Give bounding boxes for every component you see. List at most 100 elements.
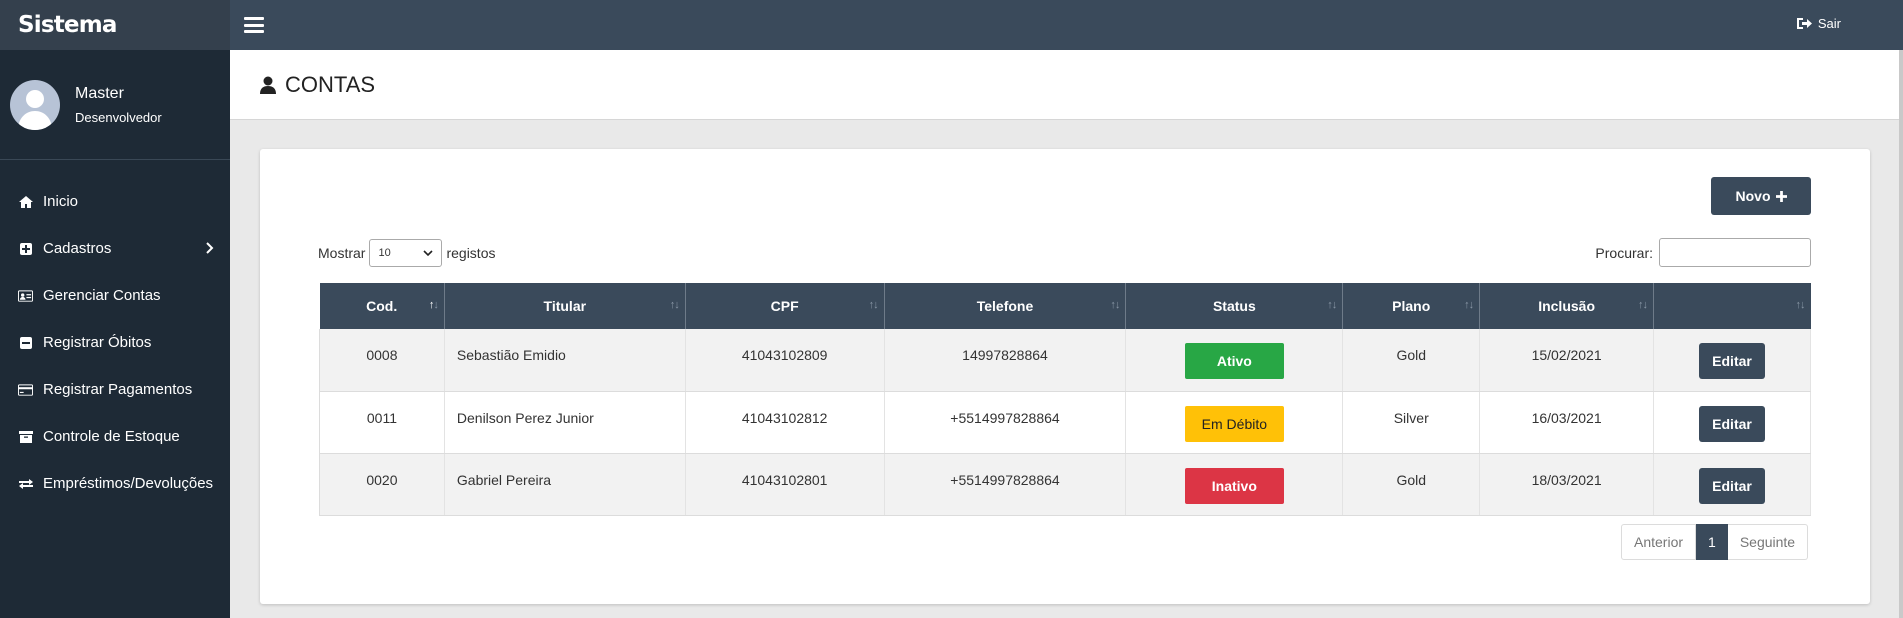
sort-icon: ↑↓ [1327, 299, 1337, 311]
sidebar-item-label: Inicio [43, 193, 79, 210]
sort-icon: ↑↓ [1110, 299, 1120, 311]
logout-button[interactable]: Sair [1796, 16, 1841, 31]
cell-actions: Editar [1653, 453, 1811, 516]
cell-inclusao: 18/03/2021 [1479, 453, 1655, 516]
sidebar-item-label: Gerenciar Contas [43, 287, 161, 304]
scrollbar-track[interactable] [1899, 50, 1903, 618]
cell-plano: Gold [1342, 329, 1481, 392]
id-card-icon [18, 288, 33, 303]
chevron-down-icon [423, 250, 434, 256]
pagination-next[interactable]: Seguinte [1727, 524, 1809, 560]
sidebar-item-controle-estoque[interactable]: Controle de Estoque [0, 413, 230, 460]
column-header-inclusao[interactable]: Inclusão ↑↓ [1479, 283, 1655, 329]
sort-icon: ↑↓ [1464, 299, 1474, 311]
search-control: Procurar: [1595, 238, 1811, 267]
sort-icon: ↑↓ [1638, 299, 1648, 311]
sidebar-item-label: Registrar Óbitos [43, 334, 152, 351]
status-badge: Inativo [1184, 467, 1284, 504]
cell-cod: 0008 [319, 329, 445, 392]
pagination-page[interactable]: 1 [1696, 524, 1728, 560]
sidebar-item-gerenciar-contas[interactable]: Gerenciar Contas [0, 272, 230, 319]
minus-square-icon [18, 335, 33, 350]
user-name: Master [75, 84, 124, 102]
sidebar-item-cadastros[interactable]: Cadastros [0, 225, 230, 272]
sidebar-item-registrar-obitos[interactable]: Registrar Óbitos [0, 319, 230, 366]
show-label: Mostrar [318, 245, 366, 261]
cell-plano: Silver [1342, 391, 1481, 454]
page-size-value: 10 [378, 247, 391, 259]
status-badge: Ativo [1184, 343, 1284, 379]
chevron-right-icon [206, 242, 214, 254]
table-row: 0020 Gabriel Pereira 41043102801 +551499… [319, 453, 1811, 516]
archive-icon [18, 429, 33, 444]
sidebar-item-label: Controle de Estoque [43, 428, 180, 445]
credit-card-icon [18, 382, 33, 397]
sign-out-icon [1796, 18, 1812, 29]
sidebar-item-emprestimos-devolucoes[interactable]: Empréstimos/Devoluções [0, 460, 230, 507]
user-icon [260, 76, 276, 94]
cell-actions: Editar [1653, 329, 1811, 392]
sidebar-item-label: Cadastros [43, 240, 112, 257]
table-row: 0008 Sebastião Emidio 41043102809 149978… [319, 329, 1811, 392]
pagination-prev[interactable]: Anterior [1621, 524, 1697, 560]
plus-icon [1775, 190, 1787, 202]
status-badge: Em Débito [1184, 405, 1284, 442]
page-size-control: Mostrar 10 registos [318, 239, 495, 267]
user-role: Desenvolvedor [75, 109, 162, 125]
cell-plano: Gold [1342, 453, 1481, 516]
column-header-cod[interactable]: Cod. ↑↓ [319, 283, 445, 329]
search-label: Procurar: [1595, 244, 1653, 261]
table-row: 0011 Denilson Perez Junior 41043102812 +… [319, 391, 1811, 454]
sort-asc-icon: ↑↓ [428, 299, 439, 311]
exchange-icon [18, 476, 33, 491]
content-header: CONTAS [230, 50, 1903, 120]
page-title: CONTAS [260, 72, 375, 98]
records-label: registos [446, 245, 496, 261]
cell-telefone: +5514997828864 [884, 391, 1127, 454]
sidebar-item-label: Empréstimos/Devoluções [43, 475, 214, 492]
user-panel: Master Desenvolvedor [0, 50, 230, 160]
cell-cpf: 41043102801 [685, 453, 885, 516]
cell-titular: Gabriel Pereira [444, 453, 686, 516]
logout-label: Sair [1817, 16, 1841, 31]
column-header-cpf[interactable]: CPF ↑↓ [685, 283, 885, 329]
column-header-actions[interactable]: ↑↓ [1653, 283, 1811, 329]
sidebar: Master Desenvolvedor Inicio Cadastros Ge… [0, 50, 230, 618]
edit-button[interactable]: Editar [1699, 467, 1766, 504]
cell-telefone: +5514997828864 [884, 453, 1127, 516]
top-navbar: Sistema Funerario Sair [0, 0, 1903, 88]
cell-cpf: 41043102812 [685, 391, 885, 454]
column-header-plano[interactable]: Plano ↑↓ [1342, 283, 1481, 329]
cell-status: Em Débito [1125, 391, 1344, 454]
cell-cod: 0020 [319, 453, 445, 516]
cell-telefone: 14997828864 [884, 329, 1127, 392]
column-header-status[interactable]: Status ↑↓ [1125, 283, 1344, 329]
cell-inclusao: 15/02/2021 [1479, 329, 1655, 392]
sort-icon: ↑↓ [669, 299, 680, 311]
sort-icon: ↑↓ [868, 299, 879, 311]
avatar [10, 79, 60, 130]
cell-status: Inativo [1125, 453, 1344, 516]
cell-status: Ativo [1125, 329, 1344, 392]
cell-cpf: 41043102809 [685, 329, 885, 392]
sidebar-item-inicio[interactable]: Inicio [0, 178, 230, 225]
sort-icon: ↑↓ [1795, 299, 1806, 311]
page-size-select[interactable]: 10 [369, 239, 443, 267]
accounts-card: Novo Mostrar 10 registos Procurar: Cod. ↑… [260, 149, 1870, 604]
edit-button[interactable]: Editar [1699, 405, 1766, 442]
sidebar-item-registrar-pagamentos[interactable]: Registrar Pagamentos [0, 366, 230, 413]
new-account-button[interactable]: Novo [1711, 177, 1811, 215]
cell-inclusao: 16/03/2021 [1479, 391, 1655, 454]
page-title-text: CONTAS [285, 72, 376, 97]
search-input[interactable] [1659, 238, 1811, 267]
home-icon [18, 194, 33, 209]
cell-cod: 0011 [319, 391, 445, 454]
pagination: Anterior 1 Seguinte [1621, 524, 1809, 560]
cell-titular: Denilson Perez Junior [444, 391, 686, 454]
menu-toggle-icon[interactable] [244, 17, 264, 33]
brand-logo[interactable]: Sistema Funerario [0, 0, 230, 88]
column-header-telefone[interactable]: Telefone ↑↓ [884, 283, 1127, 329]
column-header-titular[interactable]: Titular ↑↓ [444, 283, 686, 329]
cell-actions: Editar [1653, 391, 1811, 454]
edit-button[interactable]: Editar [1699, 343, 1766, 379]
